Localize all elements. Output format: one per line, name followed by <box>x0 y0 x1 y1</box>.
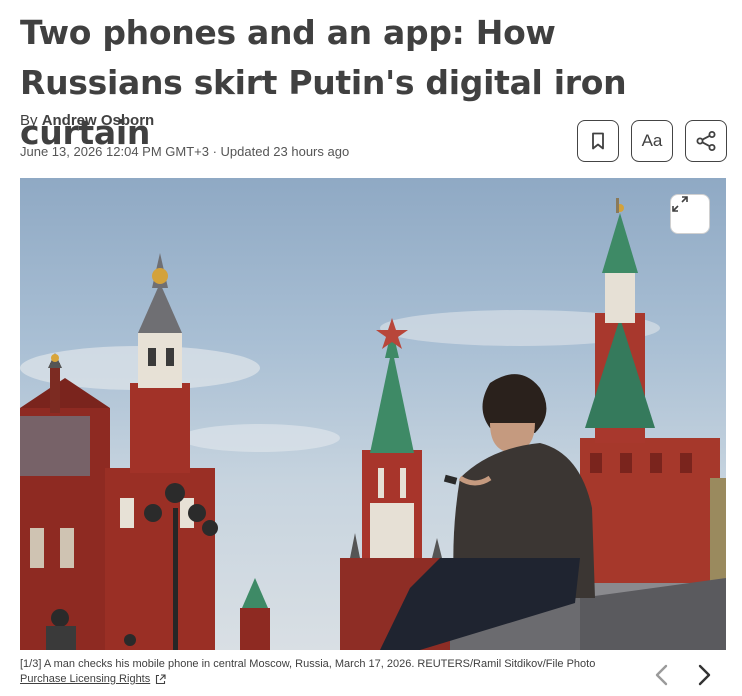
byline: By Andrew Osborn <box>20 112 154 129</box>
next-image-button[interactable] <box>690 660 720 690</box>
bookmark-icon <box>592 132 604 150</box>
external-link-icon <box>156 673 166 684</box>
author-link[interactable]: Andrew Osborn <box>42 112 155 129</box>
expand-image-button[interactable] <box>670 194 710 234</box>
dateline: June 13, 2026 12:04 PM GMT+3 · Updated 2… <box>20 144 350 159</box>
byline-prefix: By <box>20 112 42 129</box>
font-size-label: Aa <box>641 131 663 150</box>
purchase-licensing-label: Purchase Licensing Rights <box>20 673 151 685</box>
share-icon <box>696 131 716 151</box>
bookmark-button[interactable] <box>577 120 619 162</box>
previous-image-button[interactable] <box>646 660 676 690</box>
expand-icon <box>672 196 688 212</box>
moscow-scene-illustration <box>20 198 726 650</box>
lead-photo[interactable] <box>20 178 726 650</box>
image-caption: [1/3] A man checks his mobile phone in c… <box>20 658 596 670</box>
chevron-left-icon <box>655 664 668 686</box>
purchase-licensing-link[interactable]: Purchase Licensing Rights <box>20 673 166 685</box>
font-size-button[interactable]: Aa <box>631 120 673 162</box>
share-button[interactable] <box>685 120 727 162</box>
chevron-right-icon <box>698 664 711 686</box>
